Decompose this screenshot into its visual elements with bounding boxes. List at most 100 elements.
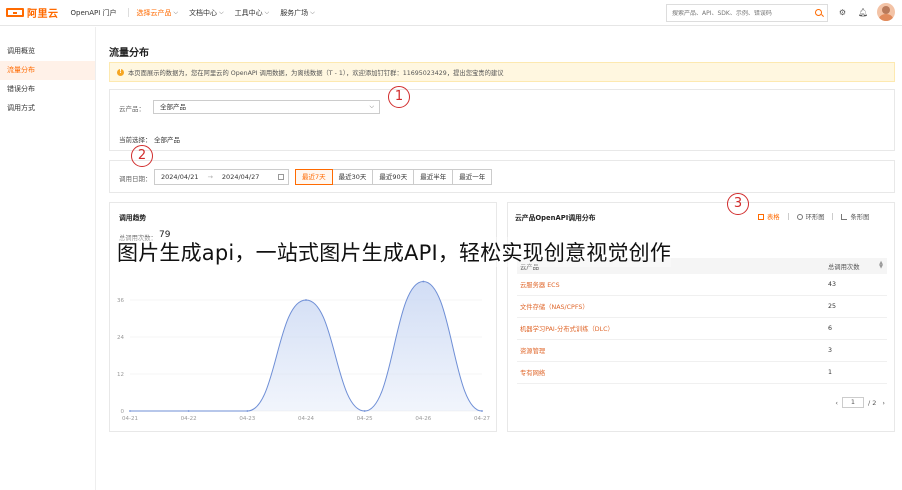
date-preset-group: 最近7天 最近30天 最近90天 最近半年 最近一年: [295, 169, 493, 185]
chevron-down-icon: ⌵: [219, 8, 224, 16]
call-count: 43: [828, 281, 837, 288]
data-point: [363, 410, 366, 412]
product-link[interactable]: 机器学习PAI-分布式训练（DLC）: [517, 324, 825, 333]
data-point: [246, 410, 249, 412]
data-point: [305, 299, 307, 301]
data-point: [481, 410, 483, 412]
pagination: ‹ 1 / 2 ›: [835, 397, 885, 408]
x-tick-label: 04-23: [239, 416, 255, 422]
call-count: 3: [828, 347, 833, 354]
x-tick-label: 04-22: [181, 416, 197, 422]
table-row: 专有网络 1: [517, 362, 887, 384]
chevron-down-icon: ⌵: [369, 103, 374, 110]
logo-text: 阿里云: [27, 9, 59, 20]
x-tick-label: 04-27: [474, 416, 490, 422]
table-icon: [758, 214, 764, 220]
preset-30-days-button[interactable]: 最近30天: [331, 169, 374, 185]
table-row: 机器学习PAI-分布式训练（DLC） 6: [517, 318, 887, 340]
preset-7-days-button[interactable]: 最近7天: [295, 169, 333, 185]
view-divider: [832, 213, 834, 220]
info-icon: !: [117, 68, 124, 76]
view-donut-button[interactable]: 环形图: [796, 212, 824, 221]
view-table-button[interactable]: 表格: [758, 212, 780, 221]
distribution-title: 云产品OpenAPI调用分布: [515, 214, 596, 222]
sidebar-item-overview[interactable]: 调用概览: [0, 42, 95, 61]
sidebar-item-call-methods[interactable]: 调用方式: [0, 99, 95, 118]
top-nav: OpenAPI 门户 选择云产品 ⌵ 文档中心 ⌵ 工具中心 ⌵ 服务广场 ⌵: [71, 8, 326, 18]
page-total: / 2: [867, 398, 877, 407]
top-bar: 阿里云 OpenAPI 门户 选择云产品 ⌵ 文档中心 ⌵ 工具中心 ⌵ 服务广场 ⌵ …: [0, 0, 902, 26]
table-row: 资源管理 3: [517, 340, 887, 362]
table-row: 文件存储（NAS/CPFS） 25: [517, 296, 887, 318]
trend-area: [130, 281, 482, 411]
product-label: 云产品：: [119, 105, 145, 113]
prev-page-icon[interactable]: ‹: [835, 399, 838, 407]
product-select-value: 全部产品: [160, 103, 186, 111]
date-end: 2024/04/27: [221, 173, 260, 181]
nav-tools[interactable]: 工具中心 ⌵: [235, 8, 270, 18]
column-total-calls[interactable]: 总调用次数 ▲ ▼: [825, 260, 887, 271]
sidebar-item-traffic[interactable]: 流量分布: [0, 61, 95, 80]
sort-icon[interactable]: ▲ ▼: [879, 260, 883, 269]
date-range-picker[interactable]: 2024/04/21 → 2024/04/27: [154, 169, 289, 185]
x-tick-label: 04-21: [122, 416, 138, 422]
nav-services[interactable]: 服务广场 ⌵: [280, 8, 315, 18]
page-number-input[interactable]: 1: [841, 397, 864, 408]
annotation-marker-3: 3: [727, 193, 749, 215]
sidebar-item-errors[interactable]: 错误分布: [0, 80, 95, 99]
preset-one-year-button[interactable]: 最近一年: [452, 169, 493, 185]
date-label: 调用日期：: [119, 175, 152, 183]
preset-90-days-button[interactable]: 最近90天: [372, 169, 415, 185]
product-link[interactable]: 文件存储（NAS/CPFS）: [517, 302, 825, 311]
search-input[interactable]: [672, 9, 812, 17]
view-divider: [787, 213, 789, 220]
table-body: 云服务器 ECS 43 文件存储（NAS/CPFS） 25 机器学习PAI-分布式训练（…: [517, 274, 887, 384]
current-selection-value: 全部产品: [154, 136, 180, 144]
call-count: 6: [828, 325, 833, 332]
call-count: 25: [828, 303, 837, 310]
chevron-down-icon: ⌵: [173, 8, 179, 16]
settings-icon[interactable]: ⚙: [838, 8, 847, 17]
product-link[interactable]: 云服务器 ECS: [517, 280, 825, 289]
product-filter-card: 云产品： 全部产品 ⌵ 当前选择： 全部产品: [109, 89, 895, 151]
table-row: 云服务器 ECS 43: [517, 274, 887, 296]
notice-banner: ! 本页面展示的数据为，您在阿里云的 OpenAPI 调用数据，为离线数据（T …: [109, 62, 895, 82]
avatar[interactable]: [877, 3, 895, 21]
nav-select-product[interactable]: 选择云产品 ⌵: [137, 8, 179, 18]
y-tick-label: 36: [117, 298, 124, 304]
donut-chart-icon: [796, 214, 803, 220]
search-icon[interactable]: [815, 9, 822, 16]
calendar-icon: [278, 174, 284, 180]
date-filter-card: 调用日期： 2024/04/21 → 2024/04/27 最近7天 最近30天 最…: [109, 160, 895, 193]
preset-half-year-button[interactable]: 最近半年: [413, 169, 454, 185]
current-selection-label: 当前选择：: [119, 136, 152, 144]
product-link[interactable]: 专有网络: [517, 368, 825, 377]
x-tick-label: 04-26: [415, 416, 431, 422]
date-start: 2024/04/21: [161, 173, 199, 181]
sidebar: 调用概览 流量分布 错误分布 调用方式: [0, 27, 96, 490]
x-tick-label: 04-25: [357, 416, 373, 422]
nav-openapi-portal[interactable]: OpenAPI 门户: [71, 8, 117, 18]
nav-divider: [127, 8, 129, 17]
annotation-marker-1: 1: [388, 86, 410, 108]
view-bar-button[interactable]: 条形图: [841, 212, 869, 221]
global-search[interactable]: [666, 4, 828, 22]
bell-icon[interactable]: 🔔︎: [858, 8, 868, 17]
bar-chart-icon: [841, 214, 848, 220]
nav-docs[interactable]: 文档中心 ⌵: [189, 8, 224, 18]
product-select[interactable]: 全部产品 ⌵: [153, 100, 380, 114]
annotation-marker-2: 2: [131, 145, 153, 167]
data-point: [187, 410, 190, 412]
data-point: [129, 410, 131, 412]
next-page-icon[interactable]: ›: [882, 399, 885, 407]
y-tick-label: 24: [117, 335, 124, 341]
aliyun-logo[interactable]: 阿里云: [6, 0, 59, 26]
chevron-down-icon: ⌵: [310, 8, 315, 16]
y-tick-label: 0: [121, 409, 125, 415]
product-link[interactable]: 资源管理: [517, 346, 825, 355]
y-tick-label: 12: [117, 372, 124, 378]
call-count: 1: [828, 369, 833, 376]
notice-text: 本页面展示的数据为，您在阿里云的 OpenAPI 调用数据，为离线数据（T - …: [128, 69, 504, 77]
chevron-down-icon: ⌵: [264, 8, 270, 16]
view-switch: 表格 环形图 条形图: [758, 212, 869, 221]
